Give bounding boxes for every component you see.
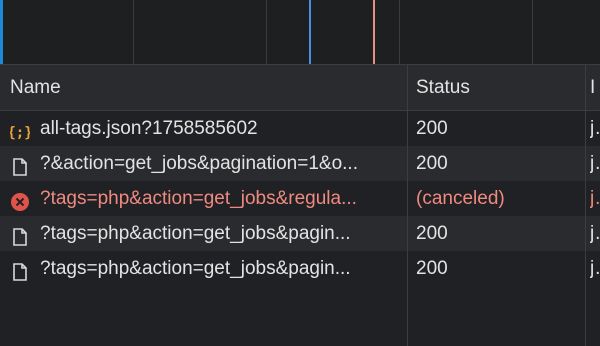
- request-name: ?tags=php&action=get_jobs&pagin...: [40, 223, 351, 244]
- request-initiator[interactable]: jg: [590, 216, 600, 251]
- request-name: ?tags=php&action=get_jobs&pagin...: [40, 258, 351, 279]
- timeline-overview[interactable]: [0, 0, 600, 65]
- request-status: 200: [416, 153, 448, 174]
- request-initiator[interactable]: jg: [590, 181, 600, 216]
- request-status: 200: [416, 258, 448, 279]
- dom-content-loaded-marker: [309, 0, 311, 64]
- request-initiator[interactable]: jg: [590, 251, 600, 286]
- request-name-cell[interactable]: ?tags=php&action=get_jobs&pagin...: [10, 251, 400, 286]
- table-row[interactable]: {;} all-tags.json?1758585602 200 jg: [0, 111, 600, 146]
- request-status: 200: [416, 223, 448, 244]
- request-name-cell[interactable]: ?tags=php&action=get_jobs&pagin...: [10, 216, 400, 251]
- column-divider[interactable]: [585, 65, 586, 346]
- request-name: ?tags=php&action=get_jobs&regula...: [40, 188, 357, 209]
- document-icon: [10, 259, 30, 281]
- request-initiator[interactable]: jg: [590, 111, 600, 146]
- error-icon: [10, 189, 30, 211]
- timeline-gridline: [133, 0, 134, 64]
- column-divider[interactable]: [407, 65, 408, 346]
- table-header: Name Status I: [0, 65, 600, 111]
- network-panel: Name Status I {;} all-tags.json?175858560…: [0, 0, 600, 346]
- request-name-cell[interactable]: ?tags=php&action=get_jobs&regula...: [10, 181, 400, 216]
- request-status: (canceled): [416, 188, 505, 209]
- requests-table: Name Status I {;} all-tags.json?175858560…: [0, 65, 600, 346]
- document-icon: [10, 154, 30, 176]
- table-row[interactable]: ?tags=php&action=get_jobs&pagin... 200 jg: [0, 251, 600, 286]
- request-initiator[interactable]: jg: [590, 146, 600, 181]
- column-header-status[interactable]: Status: [416, 65, 581, 110]
- request-name: all-tags.json?1758585602: [40, 118, 258, 139]
- request-name-cell[interactable]: {;} all-tags.json?1758585602: [10, 111, 400, 146]
- table-row[interactable]: ?&action=get_jobs&pagination=1&o... 200 jg: [0, 146, 600, 181]
- timeline-range-handle[interactable]: [0, 0, 3, 64]
- table-row[interactable]: ?tags=php&action=get_jobs&pagin... 200 jg: [0, 216, 600, 251]
- timeline-gridline: [266, 0, 267, 64]
- json-icon: {;}: [10, 119, 33, 141]
- load-event-marker: [373, 0, 375, 64]
- request-status: 200: [416, 118, 448, 139]
- column-header-name[interactable]: Name: [10, 65, 400, 110]
- timeline-gridline: [399, 0, 400, 64]
- table-row[interactable]: ?tags=php&action=get_jobs&regula... (canc…: [0, 181, 600, 216]
- timeline-gridline: [532, 0, 533, 64]
- document-icon: [10, 224, 30, 246]
- svg-text:{;}: {;}: [10, 125, 30, 141]
- request-name: ?&action=get_jobs&pagination=1&o...: [40, 153, 358, 174]
- request-name-cell[interactable]: ?&action=get_jobs&pagination=1&o...: [10, 146, 400, 181]
- column-header-type[interactable]: I: [590, 65, 600, 110]
